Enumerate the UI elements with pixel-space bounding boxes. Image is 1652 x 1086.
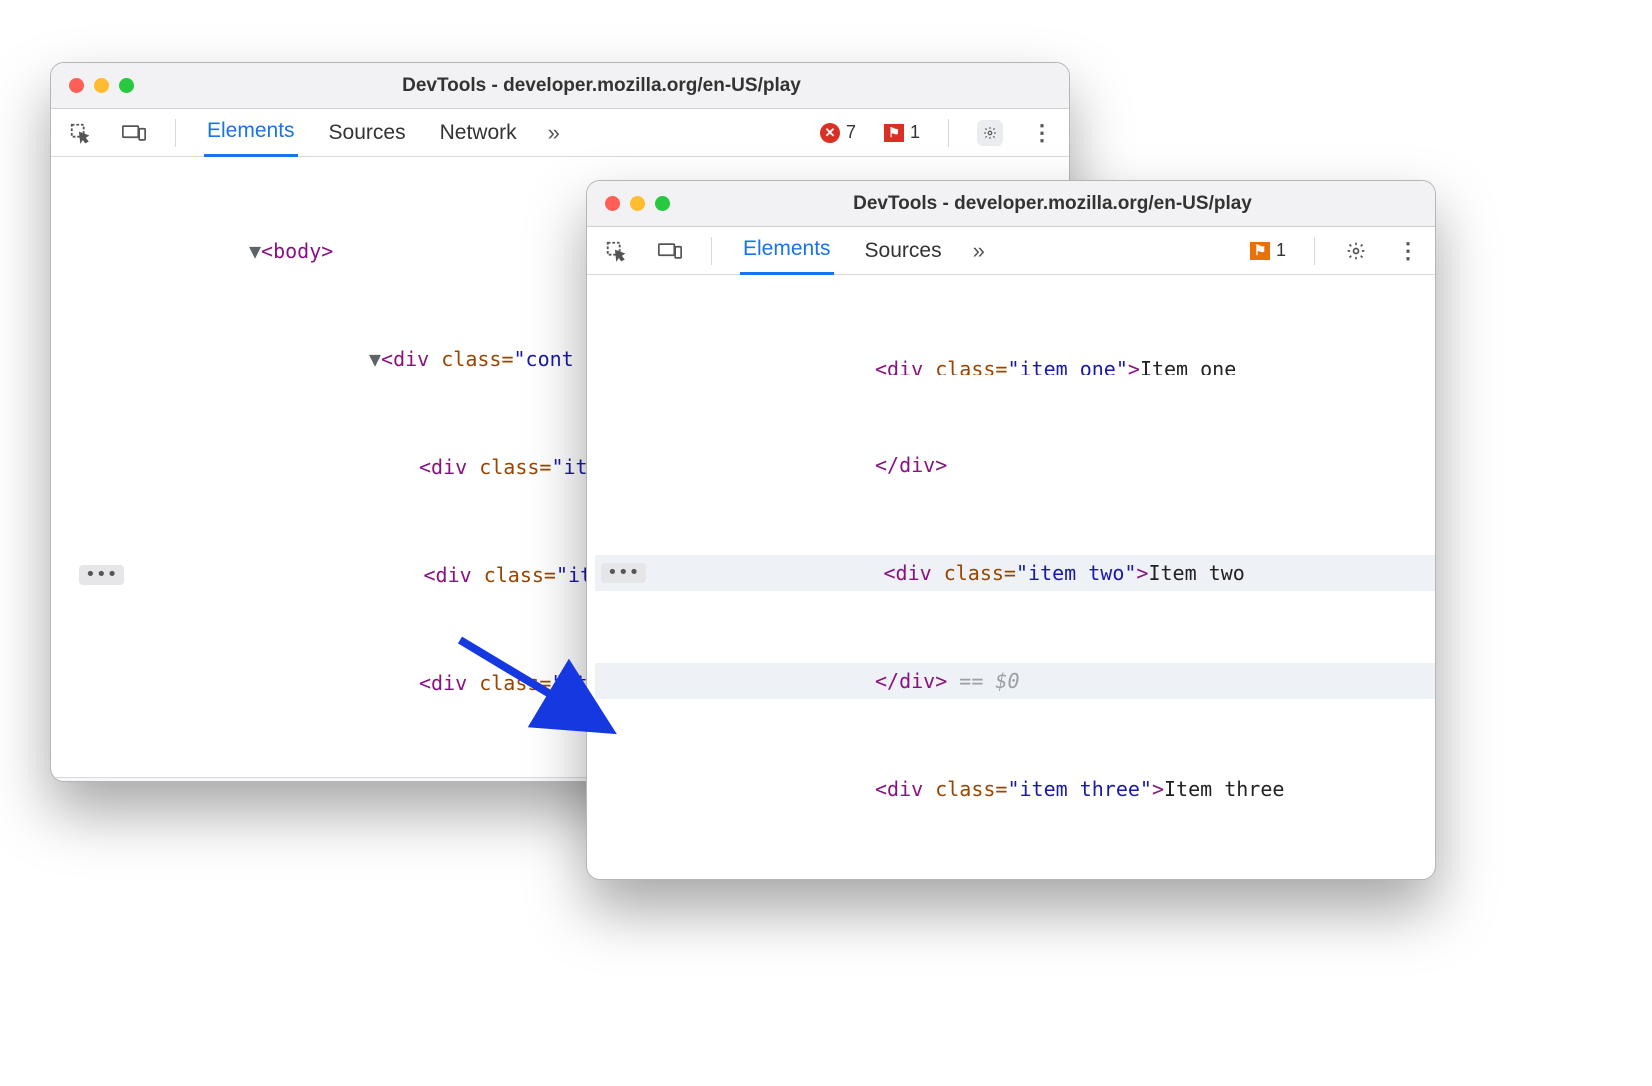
inspect-icon[interactable] [603,238,629,264]
tab-sources[interactable]: Sources [326,109,409,157]
minimize-icon[interactable] [630,196,645,211]
devtools-toolbar: Elements Sources Network » ✕7 ⚑1 ⋮ [51,109,1069,157]
close-icon[interactable] [69,78,84,93]
zoom-icon[interactable] [119,78,134,93]
dom-close-tag: </div> [875,453,947,477]
warning-count[interactable]: ⚑1 [1250,240,1286,261]
device-toggle-icon[interactable] [657,238,683,264]
tab-elements[interactable]: Elements [204,109,298,157]
dom-close-tag: </div> [875,669,947,693]
traffic-lights[interactable] [605,196,670,211]
selected-marker: == $0 [947,669,1019,693]
tab-network[interactable]: Network [437,109,520,157]
device-toggle-icon[interactable] [121,120,147,146]
zoom-icon[interactable] [655,196,670,211]
more-tabs-icon[interactable]: » [548,120,560,146]
traffic-lights[interactable] [69,78,134,93]
settings-icon[interactable] [1343,238,1369,264]
window-title: DevTools - developer.mozilla.org/en-US/p… [688,193,1417,215]
error-count[interactable]: ✕7 [820,122,856,143]
dom-tree[interactable]: <div class="item one">Item one </div> ••… [587,275,1435,880]
close-icon[interactable] [605,196,620,211]
devtools-toolbar: Elements Sources » ⚑1 ⋮ [587,227,1435,275]
collapsed-icon[interactable]: ••• [601,563,646,583]
warning-count-value: 1 [910,122,920,143]
settings-icon[interactable] [977,120,1003,146]
more-tabs-icon[interactable]: » [973,238,985,264]
tab-sources[interactable]: Sources [862,227,945,275]
window-title: DevTools - developer.mozilla.org/en-US/p… [152,75,1051,97]
error-count-value: 7 [846,122,856,143]
warning-count[interactable]: ⚑1 [884,122,920,143]
minimize-icon[interactable] [94,78,109,93]
collapsed-icon[interactable]: ••• [79,565,124,585]
inspect-icon[interactable] [67,120,93,146]
menu-icon[interactable]: ⋮ [1031,120,1053,146]
titlebar: DevTools - developer.mozilla.org/en-US/p… [587,181,1435,227]
tab-elements[interactable]: Elements [740,227,834,275]
warning-count-value: 1 [1276,240,1286,261]
titlebar: DevTools - developer.mozilla.org/en-US/p… [51,63,1069,109]
menu-icon[interactable]: ⋮ [1397,238,1419,264]
devtools-window-2: DevTools - developer.mozilla.org/en-US/p… [586,180,1436,880]
